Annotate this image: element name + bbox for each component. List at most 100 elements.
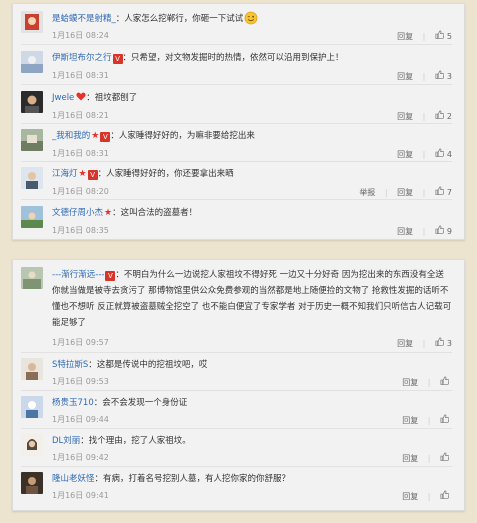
action-divider: | [427, 377, 431, 387]
comment-date: 1月16日 08:31 [52, 149, 109, 158]
thumb-up-icon [435, 30, 445, 39]
thumb-up-icon [435, 225, 445, 234]
avatar[interactable] [21, 91, 43, 113]
reply-button[interactable]: 回复 [402, 491, 418, 503]
avatar[interactable] [21, 206, 43, 228]
action-divider: | [422, 338, 426, 348]
thumb-up-icon [435, 70, 445, 79]
reply-button[interactable]: 回复 [397, 187, 413, 199]
comment-username[interactable]: S特拉斯S [52, 360, 88, 370]
heart-badge-icon [76, 92, 86, 106]
comment-date: 1月16日 09:57 [52, 338, 109, 347]
like-button[interactable]: 7 [435, 186, 452, 199]
thumb-up-icon [440, 490, 450, 499]
action-divider: | [427, 453, 431, 463]
like-count: 5 [446, 31, 452, 41]
winking-smile-icon [244, 11, 258, 30]
avatar[interactable] [21, 434, 43, 456]
like-count: 2 [446, 111, 452, 121]
action-divider: | [422, 187, 426, 197]
avatar[interactable] [21, 396, 43, 418]
reply-button[interactable]: 回复 [397, 71, 413, 83]
report-button[interactable]: 举报 [359, 187, 375, 199]
avatar[interactable] [21, 51, 43, 73]
divider [21, 352, 452, 353]
like-button[interactable]: 5 [435, 30, 452, 43]
comment-date: 1月16日 08:24 [52, 31, 109, 40]
like-button[interactable] [440, 490, 452, 503]
comment-date: 1月16日 08:21 [52, 111, 109, 120]
action-divider: | [422, 226, 426, 236]
reply-button[interactable]: 回复 [397, 111, 413, 123]
divider [21, 466, 452, 467]
divider [21, 199, 452, 200]
v-badge-icon: V [105, 271, 116, 281]
reply-button[interactable]: 回复 [402, 453, 418, 465]
like-button[interactable] [440, 452, 452, 465]
comment-date: 1月16日 09:41 [52, 491, 109, 500]
v-badge-icon: V [100, 132, 111, 142]
like-button[interactable]: 9 [435, 225, 452, 238]
comment-date: 1月16日 08:31 [52, 71, 109, 80]
action-divider: | [422, 31, 426, 41]
comment-text: 人家睡得好好的，为嘛非要给挖出来 [118, 131, 255, 141]
comment-date: 1月16日 09:44 [52, 415, 109, 424]
thumb-up-icon [440, 376, 450, 385]
like-button[interactable] [440, 414, 452, 427]
avatar[interactable] [21, 358, 43, 380]
like-count: 4 [446, 149, 452, 159]
divider [21, 123, 452, 124]
divider [21, 161, 452, 162]
comment-username[interactable]: Jwele [52, 93, 74, 103]
thumb-up-icon [435, 110, 445, 119]
like-count: 7 [446, 187, 452, 197]
comment-text: 这叫合法的盗墓者！ [120, 208, 198, 218]
avatar[interactable] [21, 167, 43, 189]
divider [21, 44, 452, 45]
action-divider: | [422, 71, 426, 81]
comment-username[interactable]: 江海灯 [52, 169, 78, 179]
reply-button[interactable]: 回复 [397, 149, 413, 161]
like-count: 9 [446, 226, 452, 236]
thumb-up-icon [440, 414, 450, 423]
like-button[interactable]: 3 [435, 70, 452, 83]
avatar[interactable] [21, 472, 43, 494]
comment-username[interactable]: 是蛤蟆不是射精_ [52, 14, 116, 24]
comment-username[interactable]: 杨贵玉710 [52, 398, 94, 408]
like-button[interactable]: 3 [435, 337, 452, 350]
comment-panel-1: 是蛤蟆不是射精_：人家怎么挖郸行，你砸一下试试 1月16日 08:24 回复 |… [12, 3, 465, 240]
like-button[interactable]: 4 [435, 148, 452, 161]
star-badge-icon: ★ [78, 169, 87, 179]
thumb-up-icon [440, 452, 450, 461]
reply-button[interactable]: 回复 [402, 415, 418, 427]
avatar[interactable] [21, 11, 43, 33]
like-button[interactable]: 2 [435, 110, 452, 123]
comment-username[interactable]: DL刘丽 [52, 436, 80, 446]
comment-username[interactable]: ---渐行渐远--- [52, 270, 104, 280]
reply-button[interactable]: 回复 [397, 338, 413, 350]
thumb-up-icon [435, 148, 445, 157]
reply-button[interactable]: 回复 [397, 31, 413, 43]
divider [21, 390, 452, 391]
comment-text: 会不会发现一个身份证 [102, 398, 188, 408]
comment-text: 人家睡得好好的，你还要拿出来晒 [106, 169, 234, 179]
thumb-up-icon [435, 186, 445, 195]
star-badge-icon: ★ [91, 131, 100, 141]
reply-button[interactable]: 回复 [397, 226, 413, 238]
action-divider: | [427, 415, 431, 425]
comment-text: 人家怎么挖郸行，你砸一下试试 [124, 14, 244, 24]
comment-username[interactable]: 伊斯坦布尔之行 [52, 53, 112, 63]
action-divider: | [384, 187, 388, 197]
comment-username[interactable]: 隆山老妖怪 [52, 474, 95, 484]
like-count: 3 [446, 71, 452, 81]
comment-username[interactable]: _我和我的 [52, 131, 90, 141]
divider [21, 84, 452, 85]
divider [21, 428, 452, 429]
comment-username[interactable]: 文德仔周小杰 [52, 208, 103, 218]
avatar[interactable] [21, 129, 43, 151]
reply-button[interactable]: 回复 [402, 377, 418, 389]
comment-text: 祖坟都刨了 [94, 93, 138, 103]
avatar[interactable] [21, 267, 43, 289]
comment-text: 只希望，对文物发掘时的热情，依然可以沿用到保护上！ [131, 53, 344, 63]
like-button[interactable] [440, 376, 452, 389]
